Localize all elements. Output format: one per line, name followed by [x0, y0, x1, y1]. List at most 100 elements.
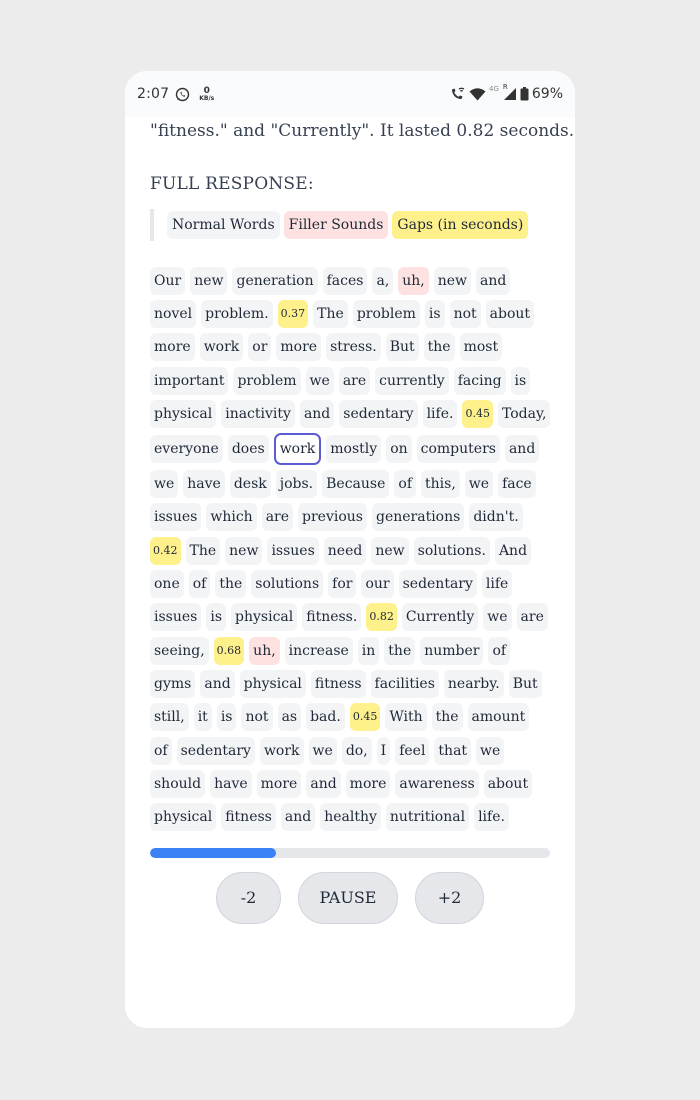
- transcript-word[interactable]: solutions: [251, 570, 324, 599]
- transcript-word[interactable]: facing: [453, 366, 506, 395]
- transcript-word[interactable]: previous: [298, 503, 367, 532]
- transcript-word[interactable]: about: [485, 299, 535, 328]
- playback-progress-bar[interactable]: [150, 847, 550, 858]
- transcript-word[interactable]: computers: [416, 434, 500, 463]
- transcript-word[interactable]: and: [476, 266, 511, 295]
- transcript-word[interactable]: and: [504, 434, 540, 463]
- transcript-word[interactable]: fitness.: [302, 603, 362, 632]
- transcript-word[interactable]: more: [345, 769, 391, 798]
- transcript-word[interactable]: With: [385, 703, 427, 732]
- transcript-word[interactable]: is: [216, 703, 237, 732]
- transcript-word[interactable]: on: [386, 434, 412, 463]
- transcript-word[interactable]: new: [225, 536, 263, 565]
- transcript-word[interactable]: work: [199, 333, 244, 362]
- transcript-word[interactable]: number: [420, 636, 484, 665]
- transcript-word[interactable]: generations: [371, 503, 465, 532]
- transcript-word[interactable]: physical: [150, 803, 217, 832]
- transcript-word[interactable]: more: [256, 769, 302, 798]
- transcript-word[interactable]: is: [424, 299, 445, 328]
- transcript-word[interactable]: is: [510, 366, 531, 395]
- gap-chip[interactable]: 0.68: [213, 636, 245, 665]
- transcript-word[interactable]: mostly: [326, 434, 382, 463]
- transcript-word[interactable]: seeing,: [150, 636, 209, 665]
- transcript-word[interactable]: But: [385, 333, 419, 362]
- transcript-word[interactable]: new: [433, 266, 472, 295]
- transcript-word[interactable]: of: [394, 470, 417, 499]
- transcript-word[interactable]: physical: [150, 399, 217, 428]
- transcript-word[interactable]: our: [361, 570, 394, 599]
- transcript-word[interactable]: and: [280, 803, 316, 832]
- transcript-word[interactable]: we: [476, 736, 505, 765]
- transcript-word[interactable]: problem: [352, 299, 420, 328]
- gap-chip[interactable]: 0.45: [462, 399, 493, 428]
- transcript-word[interactable]: one: [150, 570, 184, 599]
- transcript-word[interactable]: of: [488, 636, 511, 665]
- transcript-word[interactable]: does: [227, 434, 269, 463]
- transcript-word[interactable]: sedentary: [339, 399, 418, 428]
- transcript-word[interactable]: healthy: [320, 803, 381, 832]
- transcript-word[interactable]: we: [483, 603, 512, 632]
- rewind-2-button[interactable]: -2: [216, 871, 281, 924]
- transcript-word[interactable]: didn't.: [469, 503, 523, 532]
- transcript-word[interactable]: problem.: [201, 299, 273, 328]
- transcript-word[interactable]: more: [276, 333, 322, 362]
- transcript-word[interactable]: are: [338, 366, 371, 395]
- transcript-word[interactable]: that: [434, 736, 472, 765]
- transcript-word[interactable]: stress.: [326, 333, 381, 362]
- transcript-word[interactable]: fitness: [310, 669, 366, 698]
- transcript-word[interactable]: faces: [322, 266, 368, 295]
- transcript-word[interactable]: of: [188, 570, 211, 599]
- filler-word[interactable]: uh,: [398, 266, 429, 295]
- transcript-word[interactable]: facilities: [370, 669, 439, 698]
- transcript-word[interactable]: Currently: [401, 603, 479, 632]
- transcript-word[interactable]: I: [376, 736, 391, 765]
- transcript-word[interactable]: inactivity: [221, 399, 295, 428]
- transcript-word[interactable]: we: [305, 366, 334, 395]
- transcript-word[interactable]: physical: [239, 669, 306, 698]
- gap-chip[interactable]: 0.82: [366, 603, 397, 632]
- transcript-word[interactable]: the: [384, 636, 416, 665]
- transcript-word[interactable]: life.: [422, 399, 458, 428]
- transcript-word[interactable]: we: [308, 736, 337, 765]
- transcript-word[interactable]: sedentary: [398, 570, 477, 599]
- transcript-word[interactable]: not: [241, 703, 273, 732]
- transcript-word[interactable]: physical: [231, 603, 298, 632]
- transcript-word[interactable]: we: [464, 470, 494, 499]
- pause-button[interactable]: PAUSE: [298, 871, 398, 924]
- transcript-word[interactable]: the: [431, 703, 463, 732]
- forward-2-button[interactable]: +2: [415, 871, 484, 924]
- transcript-word[interactable]: about: [483, 769, 533, 798]
- transcript-word[interactable]: more: [150, 333, 195, 362]
- transcript-word[interactable]: issues: [150, 503, 202, 532]
- transcript-word[interactable]: generation: [232, 266, 318, 295]
- transcript-word[interactable]: issues: [267, 536, 319, 565]
- transcript-word[interactable]: not: [449, 299, 481, 328]
- transcript-word[interactable]: is: [206, 603, 227, 632]
- transcript-word[interactable]: the: [423, 333, 455, 362]
- transcript-word[interactable]: of: [150, 736, 172, 765]
- transcript-word[interactable]: problem: [233, 366, 301, 395]
- transcript-word[interactable]: novel: [150, 299, 197, 328]
- transcript-word[interactable]: are: [261, 503, 294, 532]
- transcript-word[interactable]: Because: [322, 470, 390, 499]
- transcript-word[interactable]: everyone: [150, 434, 223, 463]
- transcript-word[interactable]: sedentary: [176, 736, 255, 765]
- transcript-word[interactable]: new: [371, 536, 409, 565]
- transcript-word[interactable]: nearby.: [443, 669, 504, 698]
- current-word[interactable]: work: [273, 432, 322, 465]
- transcript-word[interactable]: gyms: [150, 669, 196, 698]
- transcript-word[interactable]: life: [481, 570, 513, 599]
- transcript-word[interactable]: or: [248, 333, 272, 362]
- transcript-word[interactable]: in: [357, 636, 380, 665]
- transcript-word[interactable]: But: [508, 669, 542, 698]
- transcript-word[interactable]: a,: [372, 266, 394, 295]
- transcript-word[interactable]: nutritional: [385, 803, 470, 832]
- transcript-word[interactable]: jobs.: [275, 470, 318, 499]
- transcript-word[interactable]: this,: [421, 470, 460, 499]
- transcript-word[interactable]: currently: [375, 366, 449, 395]
- transcript-word[interactable]: awareness: [395, 769, 479, 798]
- transcript-word[interactable]: and: [299, 399, 335, 428]
- transcript-word[interactable]: still,: [150, 703, 189, 732]
- transcript-word[interactable]: face: [498, 470, 536, 499]
- transcript-word[interactable]: bad.: [306, 703, 345, 732]
